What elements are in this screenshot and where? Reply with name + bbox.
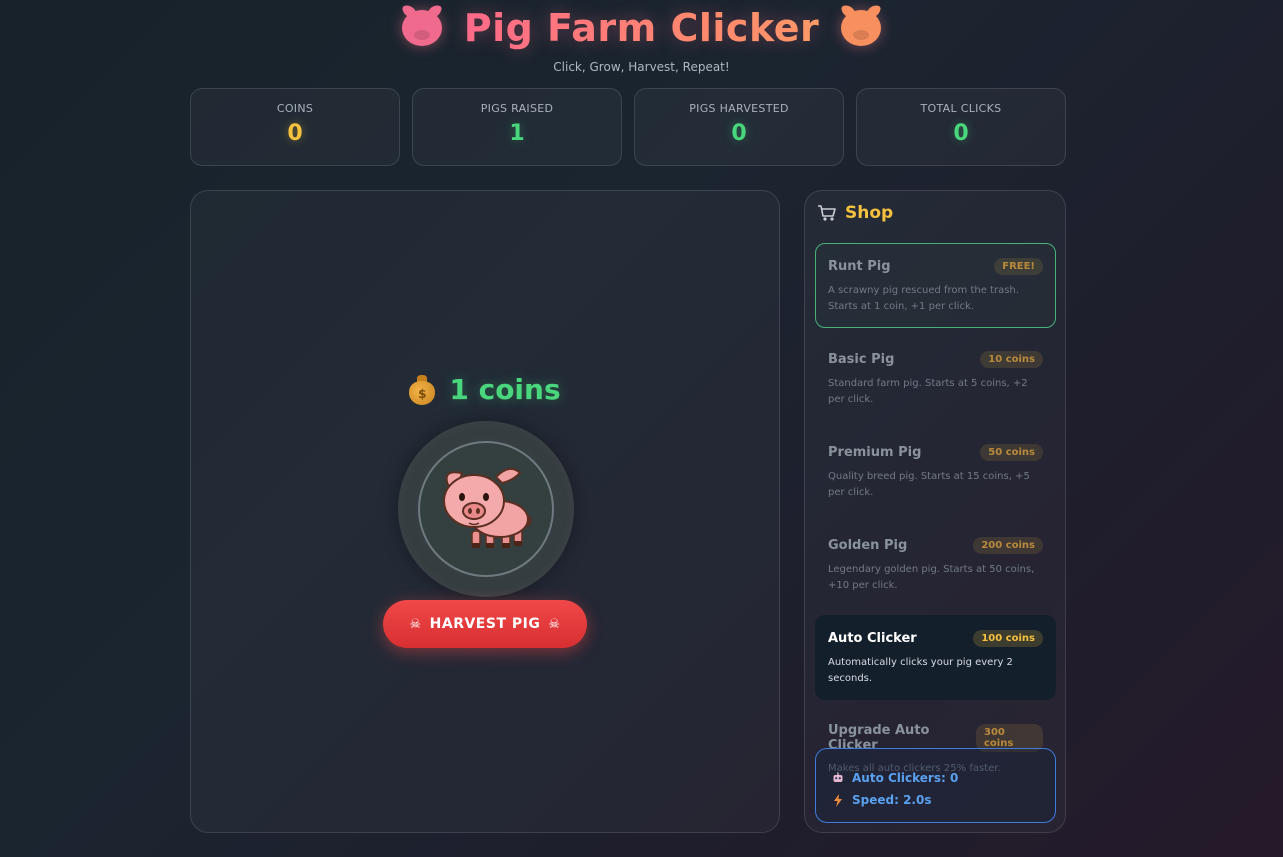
item-desc: A scrawny pig rescued from the trash. St… — [828, 285, 1019, 312]
item-name: Runt Pig — [828, 259, 891, 274]
stat-pigs-harvested: PIGS HARVESTED 0 — [634, 88, 844, 166]
stat-value: 0 — [731, 121, 747, 146]
stat-value: 0 — [953, 121, 969, 146]
shop-item-basic-pig[interactable]: Basic Pig 10 coins Standard farm pig. St… — [815, 336, 1056, 421]
stat-label: COINS — [276, 102, 314, 115]
item-desc: Automatically clicks your pig every 2 se… — [828, 657, 1013, 684]
robot-icon — [832, 772, 844, 784]
harvest-pig-button[interactable]: ☠ HARVEST PIG ☠ — [383, 600, 587, 648]
shop-item-golden-pig[interactable]: Golden Pig 200 coins Legendary golden pi… — [815, 522, 1056, 607]
stat-label: PIGS HARVESTED — [689, 102, 789, 115]
page-title: Pig Farm Clicker — [0, 4, 1283, 52]
shop-item-premium-pig[interactable]: Premium Pig 50 coins Quality breed pig. … — [815, 429, 1056, 514]
stat-value: 1 — [509, 121, 525, 146]
pig-face-icon — [401, 10, 442, 46]
item-name: Premium Pig — [828, 445, 922, 460]
stat-label: TOTAL CLICKS — [920, 102, 1002, 115]
title-text: Pig Farm Clicker — [463, 6, 820, 50]
money-bag-icon: $ — [409, 374, 436, 405]
item-name: Auto Clicker — [828, 631, 917, 646]
item-name: Basic Pig — [828, 352, 895, 367]
pig-coins-value: 1 coins — [449, 373, 561, 406]
price-badge: 10 coins — [980, 351, 1043, 368]
shop-items: Runt Pig FREE! A scrawny pig rescued fro… — [815, 243, 1056, 798]
speed-row: Speed: 2.0s — [832, 789, 1039, 811]
stat-pigs-raised: PIGS RAISED 1 — [412, 88, 622, 166]
lightning-icon — [832, 793, 844, 807]
stat-coins: COINS 0 — [190, 88, 400, 166]
skull-icon: ☠ — [409, 616, 422, 632]
shop-item-runt-pig[interactable]: Runt Pig FREE! A scrawny pig rescued fro… — [815, 243, 1056, 328]
shop-title: Shop — [845, 203, 894, 223]
shop-item-auto-clicker[interactable]: Auto Clicker 100 coins Automatically cli… — [815, 615, 1056, 700]
item-name: Golden Pig — [828, 538, 908, 553]
harvest-label: HARVEST PIG — [429, 616, 541, 632]
stats-bar: COINS 0 PIGS RAISED 1 PIGS HARVESTED 0 T… — [190, 88, 1066, 166]
price-badge: 100 coins — [973, 630, 1043, 647]
shop-header: Shop — [817, 203, 893, 223]
item-desc: Legendary golden pig. Starts at 50 coins… — [828, 564, 1035, 591]
pig-click-target[interactable] — [398, 421, 574, 597]
stat-value: 0 — [287, 121, 303, 146]
item-desc: Standard farm pig. Starts at 5 coins, +2… — [828, 378, 1028, 405]
price-badge: 200 coins — [973, 537, 1043, 554]
pig-face-icon — [841, 10, 882, 46]
item-desc: Quality breed pig. Starts at 15 coins, +… — [828, 471, 1030, 498]
game-panel: $ 1 coins ☠ HARVEST PIG ☠ — [190, 190, 780, 833]
price-badge: 50 coins — [980, 444, 1043, 461]
shop-panel: Shop Runt Pig FREE! A scrawny pig rescue… — [804, 190, 1066, 833]
auto-clickers-row: Auto Clickers: 0 — [832, 767, 1039, 789]
subtitle: Click, Grow, Harvest, Repeat! — [553, 60, 730, 74]
price-badge: FREE! — [994, 258, 1043, 275]
pig-coins: $ 1 coins — [191, 373, 779, 406]
stat-label: PIGS RAISED — [480, 102, 554, 115]
pig-frame[interactable] — [418, 441, 554, 577]
shopping-cart-icon — [817, 204, 837, 222]
stat-total-clicks: TOTAL CLICKS 0 — [856, 88, 1066, 166]
skull-icon: ☠ — [548, 616, 561, 632]
pig-icon[interactable] — [436, 463, 536, 555]
auto-clicker-status: Auto Clickers: 0 Speed: 2.0s — [815, 748, 1056, 823]
auto-clickers-label: Auto Clickers: 0 — [852, 771, 959, 785]
speed-label: Speed: 2.0s — [852, 793, 932, 807]
